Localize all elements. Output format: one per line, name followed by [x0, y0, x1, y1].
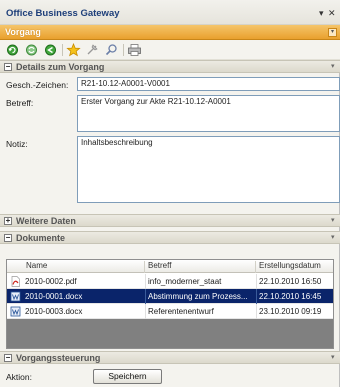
document-betreff: Abstimmung zum Prozess...	[148, 292, 248, 301]
chevron-down-icon[interactable]: ▾	[331, 63, 338, 71]
pane-menu-icon[interactable]: ▾	[319, 8, 324, 19]
toolbar-separator	[62, 44, 63, 56]
table-row[interactable]: 2010-0002.pdf info_moderner_staat 22.10.…	[7, 274, 333, 289]
document-name: 2010-0002.pdf	[25, 277, 77, 286]
document-betreff: info_moderner_staat	[148, 277, 222, 286]
notiz-field[interactable]: Inhaltsbeschreibung	[77, 136, 340, 203]
document-name: 2010-0001.docx	[25, 292, 83, 301]
document-date: 22.10.2010 16:50	[259, 277, 322, 286]
table-empty-area	[7, 319, 333, 348]
collapse-toggle-icon[interactable]: −	[4, 234, 12, 242]
column-header-erstellungsdatum[interactable]: Erstellungsdatum	[256, 261, 333, 273]
sync-icon[interactable]	[24, 43, 39, 57]
table-row[interactable]: 2010-0001.docx Abstimmung zum Prozess...…	[7, 289, 333, 304]
column-header-name[interactable]: Name	[23, 261, 145, 273]
vorgang-label: Vorgang	[5, 27, 41, 37]
word-document-icon	[10, 291, 21, 302]
column-header-betreff[interactable]: Betreff	[145, 261, 256, 273]
betreff-field[interactable]: Erster Vorgang zur Akte R21-10.12-A0001	[77, 95, 340, 132]
document-date: 22.10.2010 16:45	[259, 292, 322, 301]
task-pane: Office Business Gateway ▾ ✕ Vorgang ▾ − …	[0, 0, 340, 387]
details-section-header[interactable]: − Details zum Vorgang ▾	[0, 60, 340, 73]
chevron-down-icon[interactable]: ▾	[331, 234, 338, 242]
vorgangssteuerung-section-title: Vorgangssteuerung	[16, 353, 101, 363]
document-name: 2010-0003.docx	[25, 307, 83, 316]
weitere-daten-section-header[interactable]: + Weitere Daten ▾	[0, 214, 340, 227]
aktion-label: Aktion:	[6, 372, 32, 382]
vorgang-dropdown-icon[interactable]: ▾	[328, 28, 337, 37]
dokumente-section-title: Dokumente	[16, 233, 66, 243]
title-bar: Office Business Gateway ▾ ✕	[0, 0, 340, 25]
save-button[interactable]: Speichern	[93, 369, 162, 384]
back-arrow-icon[interactable]	[43, 43, 58, 57]
toolbar	[0, 40, 340, 60]
star-icon[interactable]	[66, 43, 81, 57]
toolbar-separator	[123, 44, 124, 56]
window-title: Office Business Gateway	[6, 8, 120, 19]
chevron-down-icon[interactable]: ▾	[331, 354, 338, 362]
betreff-label: Betreff:	[6, 98, 34, 108]
expand-toggle-icon[interactable]: +	[4, 217, 12, 225]
document-date: 23.10.2010 09:19	[259, 307, 322, 316]
refresh-icon[interactable]	[5, 43, 20, 57]
documents-table[interactable]: Name Betreff Erstellungsdatum 2010-0002.…	[6, 259, 334, 349]
close-icon[interactable]: ✕	[328, 8, 336, 19]
unpin-icon[interactable]	[85, 43, 100, 57]
vorgangssteuerung-section-header[interactable]: − Vorgangssteuerung ▾	[0, 351, 340, 364]
vorgang-bar: Vorgang ▾	[0, 25, 340, 40]
table-row[interactable]: 2010-0003.docx Referentenentwurf 23.10.2…	[7, 304, 333, 319]
pdf-file-icon	[11, 276, 20, 287]
document-betreff: Referentenentwurf	[148, 307, 214, 316]
dokumente-section-header[interactable]: − Dokumente ▾	[0, 231, 340, 244]
printer-icon[interactable]	[127, 43, 142, 57]
chevron-down-icon[interactable]: ▾	[331, 217, 338, 225]
collapse-toggle-icon[interactable]: −	[4, 63, 12, 71]
details-section-title: Details zum Vorgang	[16, 62, 105, 72]
word-document-icon	[10, 306, 21, 317]
search-icon[interactable]	[104, 43, 119, 57]
table-header: Name Betreff Erstellungsdatum	[7, 260, 333, 273]
notiz-label: Notiz:	[6, 139, 28, 149]
geschaeftszeichen-label: Gesch.-Zeichen:	[6, 80, 69, 90]
collapse-toggle-icon[interactable]: −	[4, 354, 12, 362]
geschaeftszeichen-field[interactable]: R21-10.12-A0001-V0001	[77, 77, 340, 91]
weitere-daten-section-title: Weitere Daten	[16, 216, 76, 226]
